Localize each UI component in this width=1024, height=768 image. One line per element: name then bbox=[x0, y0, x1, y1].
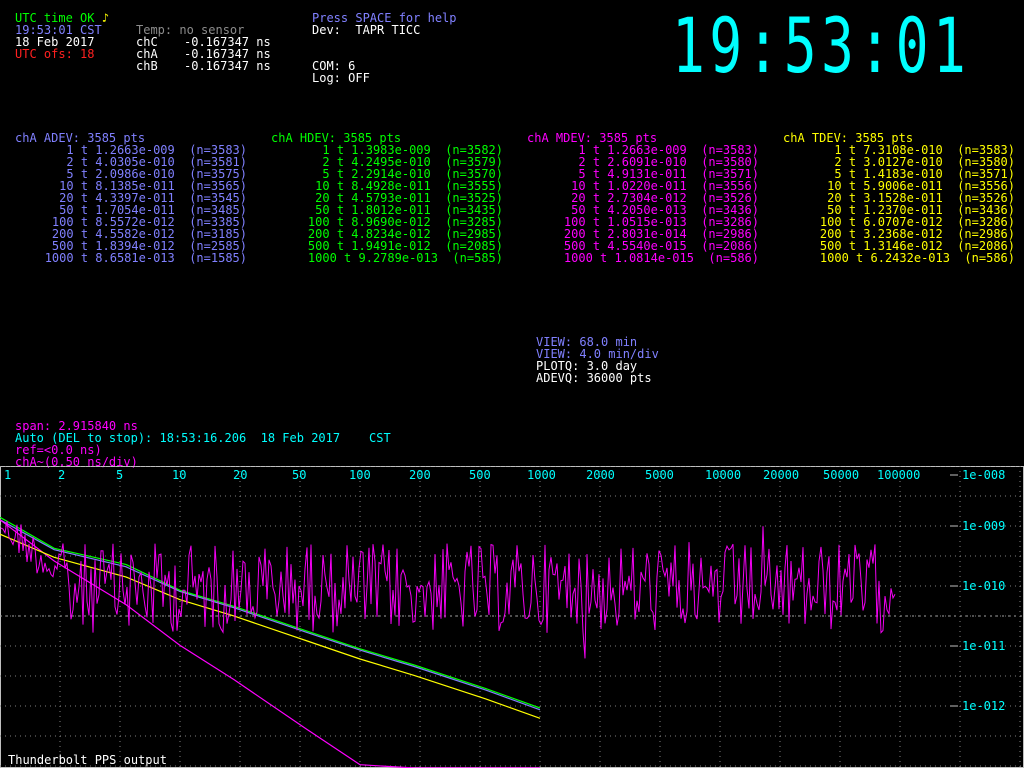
x-tick-label: 50000 bbox=[823, 468, 859, 482]
x-tick-label: 20 bbox=[233, 468, 247, 482]
utc-offset: UTC ofs: 18 bbox=[15, 47, 95, 61]
big-clock: 19:53:01 bbox=[672, 1, 971, 90]
dev-table-row: 1000 t 1.0814e-015 (n=586) bbox=[563, 251, 759, 265]
adev-queue: ADEVQ: 36000 pts bbox=[536, 371, 652, 385]
y-tick-label: 1e-012 bbox=[962, 699, 1005, 713]
x-tick-label: 100000 bbox=[877, 468, 920, 482]
y-tick-label: 1e-010 bbox=[962, 579, 1005, 593]
x-tick-label: 500 bbox=[469, 468, 491, 482]
x-tick-label: 1000 bbox=[527, 468, 556, 482]
y-tick-label: 1e-009 bbox=[962, 519, 1005, 533]
x-tick-label: 20000 bbox=[763, 468, 799, 482]
x-tick-label: 2 bbox=[58, 468, 65, 482]
dev-table-row: 1000 t 8.6581e-013 (n=1585) bbox=[44, 251, 247, 265]
note-icon: ♪ bbox=[101, 11, 109, 25]
x-tick-label: 10 bbox=[172, 468, 186, 482]
dev-table-row: 1000 t 9.2789e-013 (n=585) bbox=[307, 251, 503, 265]
x-tick-label: 200 bbox=[409, 468, 431, 482]
x-tick-label: 5000 bbox=[645, 468, 674, 482]
adev-curve bbox=[0, 519, 541, 711]
x-tick-label: 5 bbox=[116, 468, 123, 482]
x-tick-label: 100 bbox=[349, 468, 371, 482]
device-name: Dev: TAPR TICC bbox=[312, 23, 421, 37]
channel-value: -0.167347 ns bbox=[184, 59, 271, 73]
y-tick-label: 1e-008 bbox=[962, 468, 1005, 482]
mdev-curve bbox=[0, 519, 540, 768]
x-tick-label: 10000 bbox=[705, 468, 741, 482]
log-status: Log: OFF bbox=[312, 71, 370, 85]
hdev-curve bbox=[0, 516, 541, 709]
plot-footer-label: Thunderbolt PPS output bbox=[8, 753, 167, 767]
dev-table-row: 1000 t 6.2432e-013 (n=586) bbox=[819, 251, 1015, 265]
plot-border bbox=[0, 466, 1024, 768]
x-tick-label: 1 bbox=[4, 468, 11, 482]
y-tick-label: 1e-011 bbox=[962, 639, 1005, 653]
phase-trace bbox=[0, 520, 896, 659]
deviation-plot: 1 2 5 10 20 50 100 200 500 1000 2000 5000 10000 20000… bbox=[0, 466, 1024, 768]
x-tick-label: 2000 bbox=[586, 468, 615, 482]
x-tick-label: 50 bbox=[292, 468, 306, 482]
channel-label: chB bbox=[136, 59, 158, 73]
